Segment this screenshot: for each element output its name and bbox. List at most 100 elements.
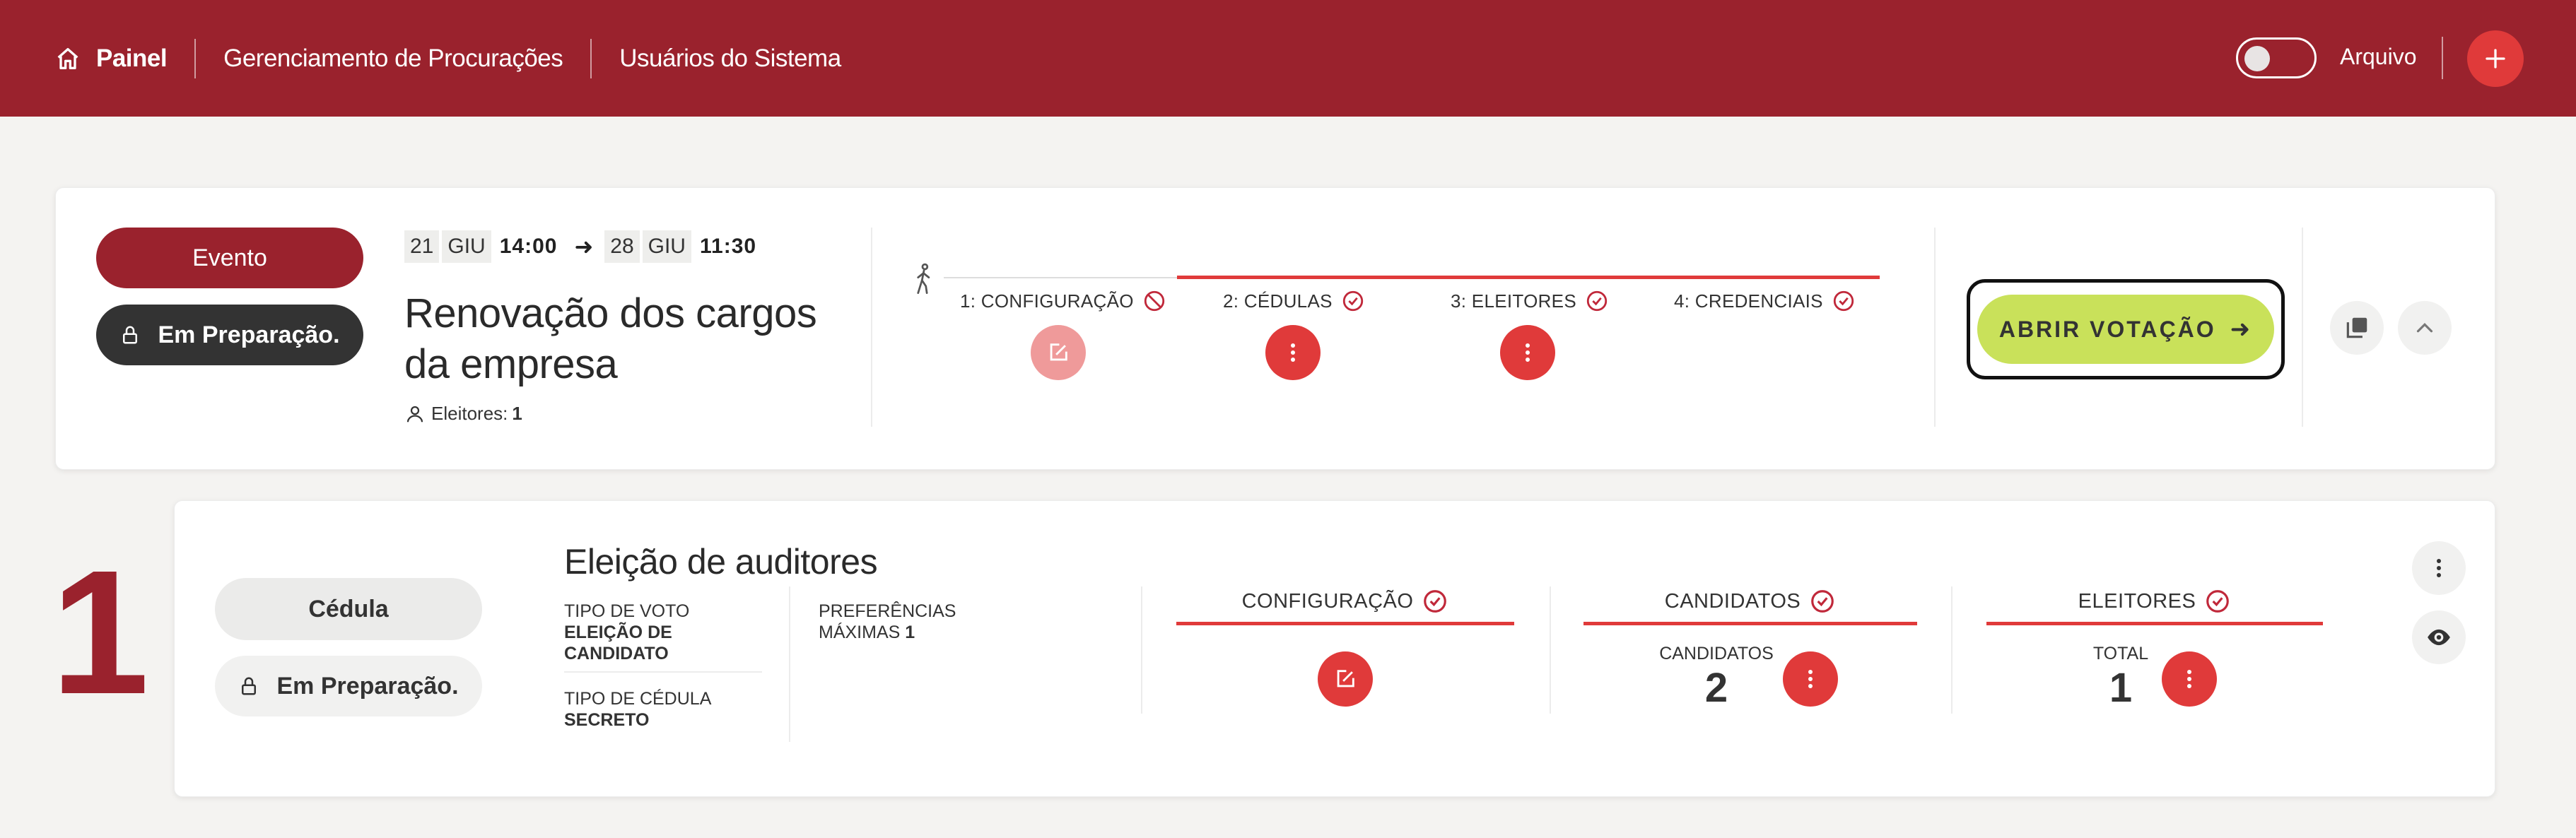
nav-item-proxy-management[interactable]: Gerenciamento de Procurações <box>223 45 563 73</box>
more-vertical-icon <box>2437 559 2441 577</box>
check-circle-icon <box>1833 290 1854 312</box>
home-icon[interactable] <box>54 45 82 73</box>
progress-track <box>944 277 1177 278</box>
top-navigation-bar: Painel Gerenciamento de Procurações Usuá… <box>0 0 2576 117</box>
user-icon <box>406 406 423 422</box>
candidates-menu-button[interactable] <box>1783 651 1838 707</box>
step-label: 4: CREDENCIAIS <box>1674 290 1823 312</box>
step-label: 2: CÉDULAS <box>1223 290 1333 312</box>
candidates-section-line <box>1583 622 1917 625</box>
event-type-badge: Evento <box>96 228 363 288</box>
start-time: 14:00 <box>499 235 558 258</box>
arrow-right-icon: ➜ <box>2230 316 2253 343</box>
voters-section-line <box>1986 622 2323 625</box>
plus-icon <box>2486 49 2505 69</box>
nav-separator <box>590 38 592 78</box>
more-vertical-icon <box>1291 343 1295 362</box>
step-ballots[interactable]: 2: CÉDULAS <box>1223 289 1365 313</box>
vote-type-label: TIPO DE VOTO <box>564 601 690 621</box>
ballot-more-button[interactable] <box>2412 541 2466 595</box>
ballot-type-info: TIPO DE CÉDULA SECRETO <box>564 688 762 731</box>
ballot-type-info-value: SECRETO <box>564 710 650 730</box>
config-section-line <box>1176 622 1514 625</box>
step-label: 1: CONFIGURAÇÃO <box>960 290 1134 312</box>
more-vertical-icon <box>1526 343 1530 362</box>
lock-icon <box>123 326 138 344</box>
event-status-label: Em Preparação. <box>158 321 340 348</box>
ballots-menu-button[interactable] <box>1265 325 1321 380</box>
divider <box>1141 586 1142 714</box>
end-month: GIU <box>642 230 691 263</box>
event-status-badge: Em Preparação. <box>96 305 363 365</box>
ballot-type-info-label: TIPO DE CÉDULA <box>564 689 710 709</box>
voters-menu-button[interactable] <box>1500 325 1555 380</box>
blocked-icon <box>1144 290 1164 312</box>
step-credentials[interactable]: 4: CREDENCIAIS <box>1674 289 1856 313</box>
step-voters[interactable]: 3: ELEITORES <box>1451 289 1609 313</box>
edit-configuration-button[interactable] <box>1031 325 1086 380</box>
header-separator <box>2442 37 2443 79</box>
step-label: 3: ELEITORES <box>1451 290 1576 312</box>
max-preferences-info: PREFERÊNCIAS MÁXIMAS 1 <box>819 601 988 643</box>
ballot-type-label: Cédula <box>308 595 389 622</box>
event-title: Renovação dos cargos da empresa <box>404 290 817 387</box>
arrow-right-icon: ➜ <box>574 234 594 259</box>
vote-type-info: TIPO DE VOTO ELEIÇÃO DE CANDIDATO <box>564 601 769 664</box>
edit-icon <box>1337 670 1354 687</box>
check-circle-icon <box>2206 590 2230 613</box>
copy-icon <box>2346 317 2367 338</box>
archive-label: Arquivo <box>2340 44 2417 69</box>
end-day: 28 <box>604 230 640 263</box>
voters-count: 1 <box>512 403 522 424</box>
main-nav: Painel Gerenciamento de Procurações Usuá… <box>54 0 841 117</box>
end-time: 11:30 <box>699 235 757 258</box>
progress-track-complete <box>1177 276 1880 279</box>
divider <box>1951 586 1953 714</box>
check-circle-icon <box>1424 590 1447 613</box>
event-voters: Eleitores: 1 <box>404 403 522 425</box>
duplicate-button[interactable] <box>2330 301 2384 355</box>
start-month: GIU <box>442 230 491 263</box>
candidates-count-label: CANDIDATOS <box>1659 644 1774 663</box>
max-preferences-value: 1 <box>905 622 915 642</box>
voters-label: Eleitores: <box>431 403 508 424</box>
check-circle-icon <box>1811 590 1834 613</box>
check-circle-icon <box>1586 290 1608 312</box>
start-day: 21 <box>404 230 440 263</box>
ballot-number: 1 <box>51 533 150 731</box>
add-button[interactable] <box>2467 30 2524 87</box>
edit-icon <box>1050 343 1067 361</box>
edit-ballot-config-button[interactable] <box>1318 651 1373 707</box>
chevron-up-icon <box>2416 323 2433 333</box>
nav-separator <box>194 38 197 78</box>
nav-item-dashboard[interactable]: Painel <box>96 45 168 73</box>
candidates-count: 2 <box>1704 665 1728 711</box>
more-vertical-icon <box>2187 670 2191 688</box>
lock-icon <box>242 677 257 695</box>
ballot-status-label: Em Preparação. <box>276 672 459 700</box>
voters-section-label: ELEITORES <box>2078 589 2196 613</box>
ballot-preview-button[interactable] <box>2412 610 2466 664</box>
ballot-title: Eleição de auditores <box>564 542 878 582</box>
walking-person-icon <box>917 263 930 294</box>
open-voting-label: ABRIR VOTAÇÃO <box>1998 316 2216 342</box>
voters-section-header: ELEITORES <box>1986 584 2323 619</box>
config-section-header: CONFIGURAÇÃO <box>1176 584 1514 619</box>
divider <box>871 228 872 427</box>
ballot-status-badge: Em Preparação. <box>215 656 482 716</box>
open-voting-button[interactable]: ABRIR VOTAÇÃO ➜ <box>1977 295 2274 364</box>
collapse-button[interactable] <box>2398 301 2452 355</box>
max-preferences-label: PREFERÊNCIAS MÁXIMAS <box>819 601 956 642</box>
divider <box>789 586 790 742</box>
step-configuration[interactable]: 1: CONFIGURAÇÃO <box>960 289 1166 313</box>
candidates-section-label: CANDIDATOS <box>1664 589 1801 613</box>
divider <box>1550 586 1551 714</box>
candidates-section-header: CANDIDATOS <box>1583 584 1917 619</box>
ballot-voters-menu-button[interactable] <box>2162 651 2217 707</box>
nav-item-system-users[interactable]: Usuários do Sistema <box>619 45 841 73</box>
eye-icon <box>2428 629 2450 646</box>
ballot-type-badge: Cédula <box>215 578 482 640</box>
divider <box>1934 228 1936 427</box>
archive-toggle[interactable] <box>2236 37 2317 78</box>
vote-type-value: ELEIÇÃO DE CANDIDATO <box>564 622 672 663</box>
